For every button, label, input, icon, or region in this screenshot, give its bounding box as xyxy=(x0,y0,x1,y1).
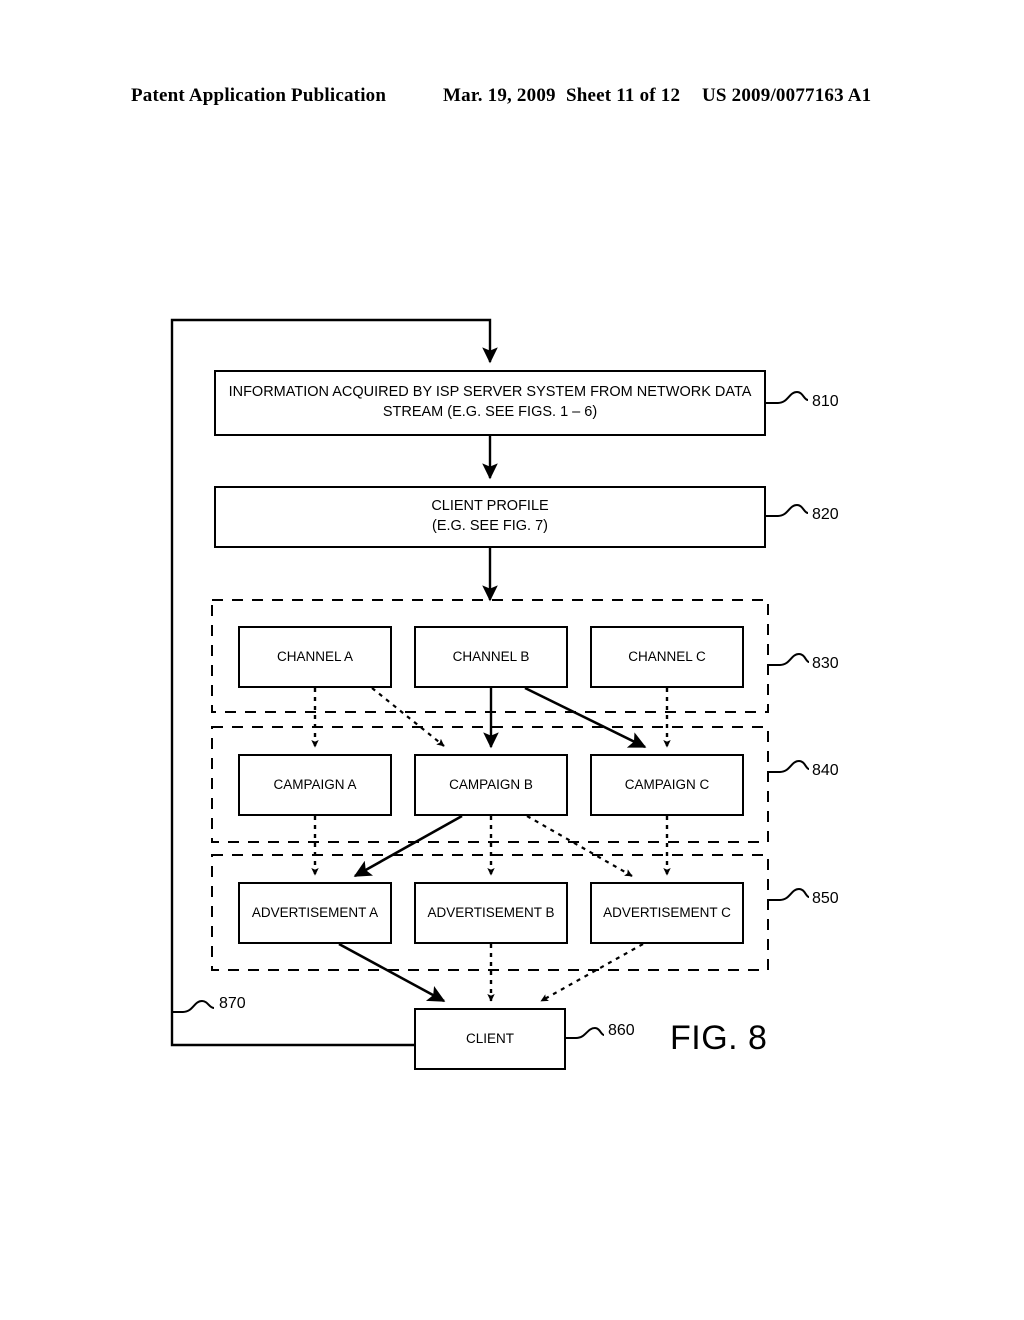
node-advertisement-a-label: ADVERTISEMENT A xyxy=(251,904,379,920)
arrow-channel-b-to-campaign-c xyxy=(524,686,647,749)
leader-line-870 xyxy=(172,999,215,1013)
node-channel-b-label: CHANNEL B xyxy=(452,648,530,664)
reference-numeral-820: 820 xyxy=(812,506,839,523)
leader-line-820 xyxy=(766,503,809,517)
reference-numeral-810: 810 xyxy=(812,393,839,410)
node-channel-a[interactable]: CHANNEL A xyxy=(238,626,392,688)
reference-numeral-870: 870 xyxy=(219,995,246,1012)
node-advertisement-b[interactable]: ADVERTISEMENT B xyxy=(414,882,568,944)
node-advertisement-b-label: ADVERTISEMENT B xyxy=(427,904,555,920)
figure-8-diagram: INFORMATION ACQUIRED BY ISP SERVER SYSTE… xyxy=(0,0,1024,1320)
node-channel-c-label: CHANNEL C xyxy=(628,648,706,664)
leader-line-850 xyxy=(768,887,810,901)
node-campaign-a-label: CAMPAIGN A xyxy=(273,776,357,792)
arrow-advertisement-a-to-client xyxy=(338,942,446,1003)
reference-numeral-830: 830 xyxy=(812,655,839,672)
node-channel-b[interactable]: CHANNEL B xyxy=(414,626,568,688)
box-client-profile[interactable]: CLIENT PROFILE (E.G. SEE FIG. 7) xyxy=(214,486,766,548)
node-campaign-a[interactable]: CAMPAIGN A xyxy=(238,754,392,816)
box-client-profile-label: CLIENT PROFILE (E.G. SEE FIG. 7) xyxy=(431,498,549,534)
node-advertisement-a[interactable]: ADVERTISEMENT A xyxy=(238,882,392,944)
leader-line-810 xyxy=(766,390,809,404)
arrow-campaign-b-to-advertisement-a xyxy=(353,814,463,878)
node-channel-a-label: CHANNEL A xyxy=(276,648,354,664)
node-campaign-c[interactable]: CAMPAIGN C xyxy=(590,754,744,816)
node-advertisement-c[interactable]: ADVERTISEMENT C xyxy=(590,882,744,944)
arrow-advertisement-c-to-client xyxy=(540,943,644,1002)
figure-caption: FIG. 8 xyxy=(670,1019,768,1057)
leader-line-860 xyxy=(566,1026,605,1039)
box-information-acquired-label: INFORMATION ACQUIRED BY ISP SERVER SYSTE… xyxy=(228,384,752,420)
node-client-label: CLIENT xyxy=(465,1030,514,1046)
reference-numeral-860: 860 xyxy=(608,1022,635,1039)
reference-numeral-840: 840 xyxy=(812,762,839,779)
node-channel-c[interactable]: CHANNEL C xyxy=(590,626,744,688)
node-campaign-b-label: CAMPAIGN B xyxy=(449,776,533,792)
box-information-acquired[interactable]: INFORMATION ACQUIRED BY ISP SERVER SYSTE… xyxy=(214,370,766,436)
leader-line-840 xyxy=(768,759,810,773)
node-campaign-b[interactable]: CAMPAIGN B xyxy=(414,754,568,816)
arrow-channel-a-to-campaign-b xyxy=(371,687,445,747)
leader-line-830 xyxy=(768,652,810,666)
arrow-campaign-b-to-advertisement-c xyxy=(526,815,633,877)
node-campaign-c-label: CAMPAIGN C xyxy=(624,776,710,792)
node-advertisement-c-label: ADVERTISEMENT C xyxy=(603,904,731,920)
reference-numeral-850: 850 xyxy=(812,890,839,907)
node-client[interactable]: CLIENT xyxy=(414,1008,566,1070)
